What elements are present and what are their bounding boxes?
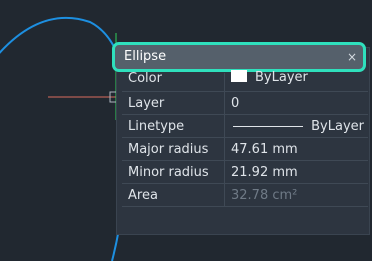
- color-swatch-icon: [231, 69, 247, 82]
- property-row-area: Area 32.78 cm²: [122, 183, 368, 207]
- property-label: Major radius: [122, 137, 225, 161]
- property-row-linetype[interactable]: Linetype ByLayer: [122, 114, 368, 138]
- ellipse-shape[interactable]: [0, 16, 130, 261]
- panel-title-bar[interactable]: Ellipse ×: [112, 42, 366, 72]
- property-label: Linetype: [122, 114, 225, 138]
- property-value: 32.78 cm²: [224, 183, 368, 207]
- linetype-value: ByLayer: [311, 118, 364, 134]
- property-value[interactable]: ByLayer: [224, 69, 368, 92]
- property-value[interactable]: ByLayer: [224, 114, 368, 138]
- property-label: Layer: [122, 91, 225, 115]
- property-value[interactable]: 47.61 mm: [224, 137, 368, 161]
- close-icon[interactable]: ×: [347, 45, 357, 69]
- properties-table: Color ByLayer Layer 0 Linetype ByLayer M…: [122, 69, 368, 207]
- linetype-preview-icon: [233, 125, 304, 127]
- property-row-layer[interactable]: Layer 0: [122, 91, 368, 115]
- panel-title: Ellipse: [124, 49, 167, 64]
- property-label: Minor radius: [122, 160, 225, 184]
- property-row-minor-radius[interactable]: Minor radius 21.92 mm: [122, 160, 368, 184]
- color-value: ByLayer: [255, 69, 308, 85]
- property-value[interactable]: 21.92 mm: [224, 160, 368, 184]
- property-row-major-radius[interactable]: Major radius 47.61 mm: [122, 137, 368, 161]
- property-label: Color: [122, 72, 225, 92]
- property-value[interactable]: 0: [224, 91, 368, 115]
- property-row-color[interactable]: Color ByLayer: [122, 69, 368, 92]
- property-label: Area: [122, 183, 225, 207]
